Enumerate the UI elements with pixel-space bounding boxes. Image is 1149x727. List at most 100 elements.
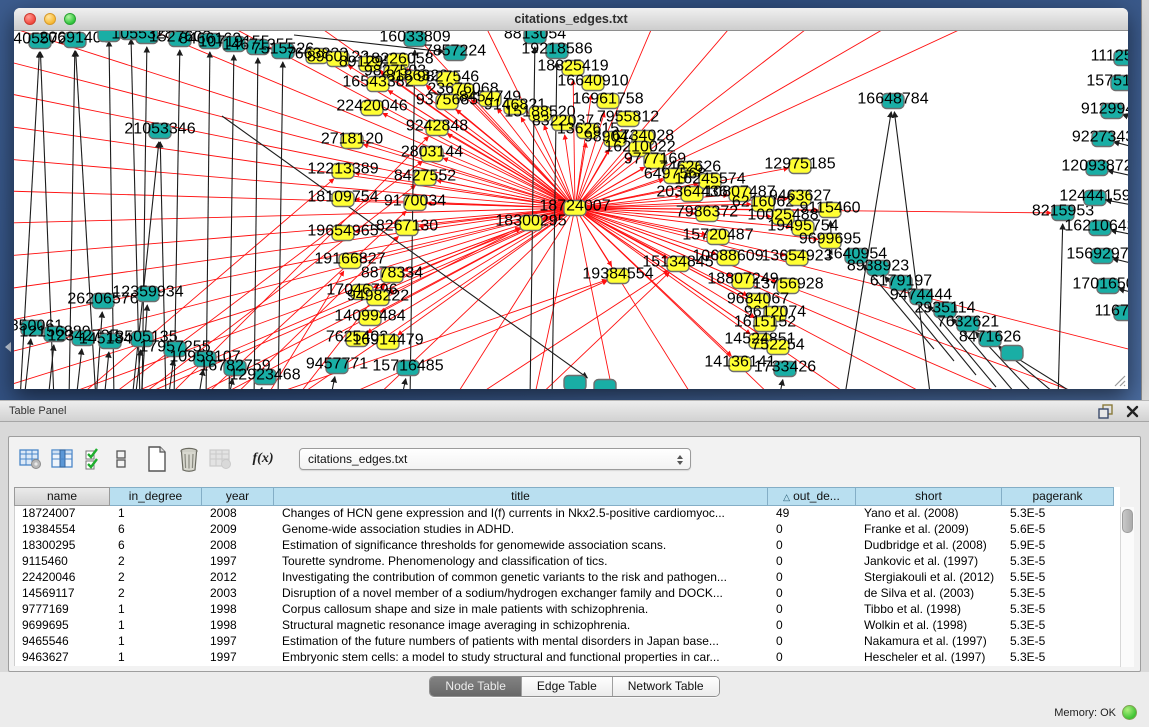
network-node[interactable]: 12923468 (229, 367, 300, 385)
network-node[interactable]: 19218586 (521, 41, 592, 59)
network-node[interactable]: 9699695 (799, 231, 861, 249)
table-tabs: Node TableEdge TableNetwork Table (0, 676, 1149, 697)
table-row[interactable]: 1830029562008Estimation of significance … (15, 538, 1120, 554)
tab-edge-table[interactable]: Edge Table (522, 677, 613, 696)
network-node[interactable] (594, 380, 616, 390)
network-node[interactable]: 12213389 (307, 161, 378, 179)
column-header-out_de[interactable]: △out_de... (768, 487, 856, 506)
network-node[interactable]: 19654965 (307, 223, 378, 241)
import-table-button[interactable] (209, 446, 233, 472)
network-node[interactable]: 16543382 (342, 74, 413, 92)
network-node[interactable]: 16961758 (572, 91, 643, 109)
network-node[interactable]: 15134845 (642, 254, 713, 272)
network-node[interactable]: 12444159 (1059, 188, 1128, 206)
memory-status-led-icon[interactable] (1122, 705, 1137, 720)
table-settings-button[interactable] (19, 446, 43, 472)
network-node[interactable]: 12359934 (112, 284, 183, 302)
network-node[interactable]: 15716485 (372, 358, 443, 376)
panel-collapse-arrow-icon[interactable] (0, 342, 11, 352)
close-panel-icon[interactable] (1126, 405, 1139, 418)
network-node[interactable]: 9115460 (799, 200, 860, 218)
show-columns-button[interactable] (51, 446, 75, 472)
network-node[interactable]: 8878334 (361, 265, 423, 283)
table-row[interactable]: 977716911998Corpus callosum shape and si… (15, 602, 1120, 618)
zoom-window-icon[interactable] (64, 13, 76, 25)
table-row[interactable]: 911546021997Tourette syndrome. Phenomeno… (15, 554, 1120, 570)
network-node[interactable]: 15692971 (1066, 246, 1128, 264)
side-panel-edge (1141, 0, 1149, 400)
table-row[interactable]: 946362711997Embryonic stem cells: a mode… (15, 650, 1120, 666)
table-scrollbar[interactable] (1120, 507, 1134, 667)
network-node[interactable]: 16640910 (557, 73, 628, 91)
network-node[interactable]: 8427552 (394, 168, 456, 186)
network-node[interactable]: 11125044 (1091, 48, 1128, 66)
minimize-window-icon[interactable] (44, 13, 56, 25)
resize-grip-icon[interactable] (1111, 372, 1127, 388)
tab-network-table[interactable]: Network Table (613, 677, 719, 696)
network-node[interactable]: 2803144 (401, 144, 463, 162)
network-node[interactable]: 22420046 (336, 98, 407, 116)
network-node[interactable]: 16648784 (857, 91, 928, 109)
network-node[interactable]: 1615152 (734, 314, 796, 332)
table-cell: Structural magnetic resonance image aver… (275, 618, 769, 634)
row-height-button[interactable] (115, 446, 127, 472)
float-panel-icon[interactable] (1098, 404, 1114, 419)
network-node[interactable]: 14099484 (334, 308, 405, 326)
network-node[interactable]: 9129946 (1081, 101, 1128, 119)
table-row[interactable]: 969969511998Structural magnetic resonanc… (15, 618, 1120, 634)
network-node[interactable]: 15751074 (1086, 73, 1128, 91)
node-label: 11125044 (1091, 48, 1128, 65)
network-node[interactable]: 12093872 (1061, 158, 1128, 176)
network-graph[interactable]: 2405572420691406105532871527602846616010… (14, 31, 1128, 389)
tab-node-table[interactable]: Node Table (430, 677, 522, 696)
node-label: 1167533 (1094, 303, 1128, 320)
network-node[interactable]: 2718120 (321, 131, 383, 149)
network-node[interactable]: 9498222 (347, 288, 409, 306)
table-select-dropdown[interactable]: citations_edges.txt (299, 448, 691, 470)
table-row[interactable]: 2242004622012Investigating the contribut… (15, 570, 1120, 586)
network-node[interactable] (564, 376, 586, 390)
close-window-icon[interactable] (24, 13, 36, 25)
network-canvas[interactable]: 2405572420691406105532871527602846616010… (14, 31, 1128, 389)
citation-edge-black (104, 352, 109, 389)
network-node[interactable]: 9227343 (1072, 129, 1128, 147)
column-header-pagerank[interactable]: pagerank (1002, 487, 1114, 506)
select-rows-button[interactable] (83, 446, 107, 472)
network-node[interactable]: 1167533 (1094, 303, 1128, 321)
network-node[interactable]: 752254 (751, 337, 804, 355)
network-node[interactable]: 15720487 (682, 227, 753, 245)
table-row[interactable]: 1872400712008Changes of HCN gene express… (15, 506, 1120, 522)
table-row[interactable]: 1456911722003Disruption of a novel membe… (15, 586, 1120, 602)
network-node[interactable] (1001, 346, 1023, 361)
table-row[interactable]: 1938455462009Genome-wide association stu… (15, 522, 1120, 538)
network-node[interactable]: 16210643 (1064, 218, 1128, 236)
network-node[interactable]: 8471626 (959, 329, 1021, 347)
new-table-button[interactable] (145, 446, 169, 472)
window-titlebar[interactable]: citations_edges.txt (14, 8, 1128, 31)
network-node[interactable]: 13654923 (761, 248, 832, 266)
network-node[interactable]: 9242848 (406, 118, 468, 136)
network-node[interactable]: 7986372 (676, 204, 738, 222)
network-node[interactable]: 21053346 (124, 121, 195, 139)
network-node[interactable]: 14136141 (704, 354, 775, 372)
network-node[interactable]: 9457771 (306, 356, 368, 374)
column-header-in_degree[interactable]: in_degree (110, 487, 202, 506)
function-builder-button[interactable]: f(x) (251, 446, 275, 472)
table-cell: 0 (769, 650, 857, 666)
network-node[interactable]: 17016504 (1072, 276, 1128, 294)
column-header-name[interactable]: name (14, 487, 110, 506)
network-node[interactable]: 16914479 (352, 332, 423, 350)
column-header-short[interactable]: short (856, 487, 1002, 506)
network-node[interactable]: 8267130 (376, 218, 438, 236)
table-row[interactable]: 946554611997Estimation of the future num… (15, 634, 1120, 650)
network-node[interactable]: 12975185 (764, 156, 835, 174)
scrollbar-thumb[interactable] (1122, 509, 1133, 533)
column-header-title[interactable]: title (274, 487, 768, 506)
network-node-hub[interactable]: 18724007 (539, 198, 610, 216)
network-node[interactable]: 18109754 (307, 189, 378, 207)
column-header-year[interactable]: year (202, 487, 274, 506)
delete-table-button[interactable] (177, 446, 201, 472)
network-node[interactable]: 18300295 (495, 213, 566, 231)
network-node[interactable]: 7955812 (597, 109, 659, 127)
network-node[interactable]: 9170034 (384, 193, 446, 211)
